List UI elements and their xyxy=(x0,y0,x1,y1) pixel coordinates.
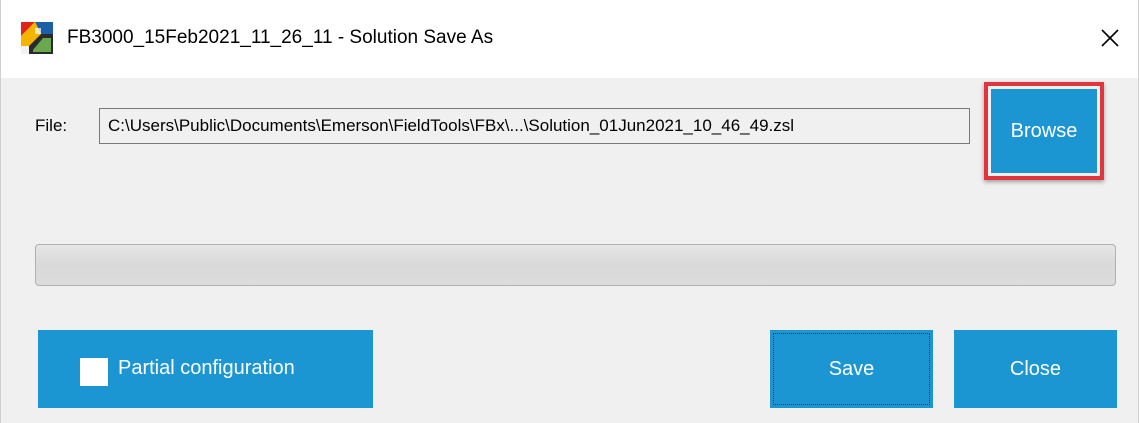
close-icon[interactable] xyxy=(1090,18,1130,58)
title-bar: FB3000_15Feb2021_11_26_11 - Solution Sav… xyxy=(1,0,1138,78)
app-icon xyxy=(21,22,53,54)
progress-bar xyxy=(35,244,1116,286)
browse-button[interactable]: Browse xyxy=(991,89,1097,173)
window-title: FB3000_15Feb2021_11_26_11 - Solution Sav… xyxy=(67,27,494,48)
partial-configuration-label: Partial configuration xyxy=(118,357,295,379)
save-button-label: Save xyxy=(828,357,875,380)
partial-configuration-checkbox[interactable] xyxy=(80,358,108,386)
save-as-dialog: FB3000_15Feb2021_11_26_11 - Solution Sav… xyxy=(0,0,1139,423)
close-button[interactable]: Close xyxy=(954,330,1117,408)
save-button[interactable]: Save xyxy=(770,330,933,408)
file-path-input[interactable] xyxy=(99,108,970,144)
file-label: File: xyxy=(35,116,68,135)
partial-configuration-button[interactable]: Partial configuration xyxy=(38,330,373,408)
